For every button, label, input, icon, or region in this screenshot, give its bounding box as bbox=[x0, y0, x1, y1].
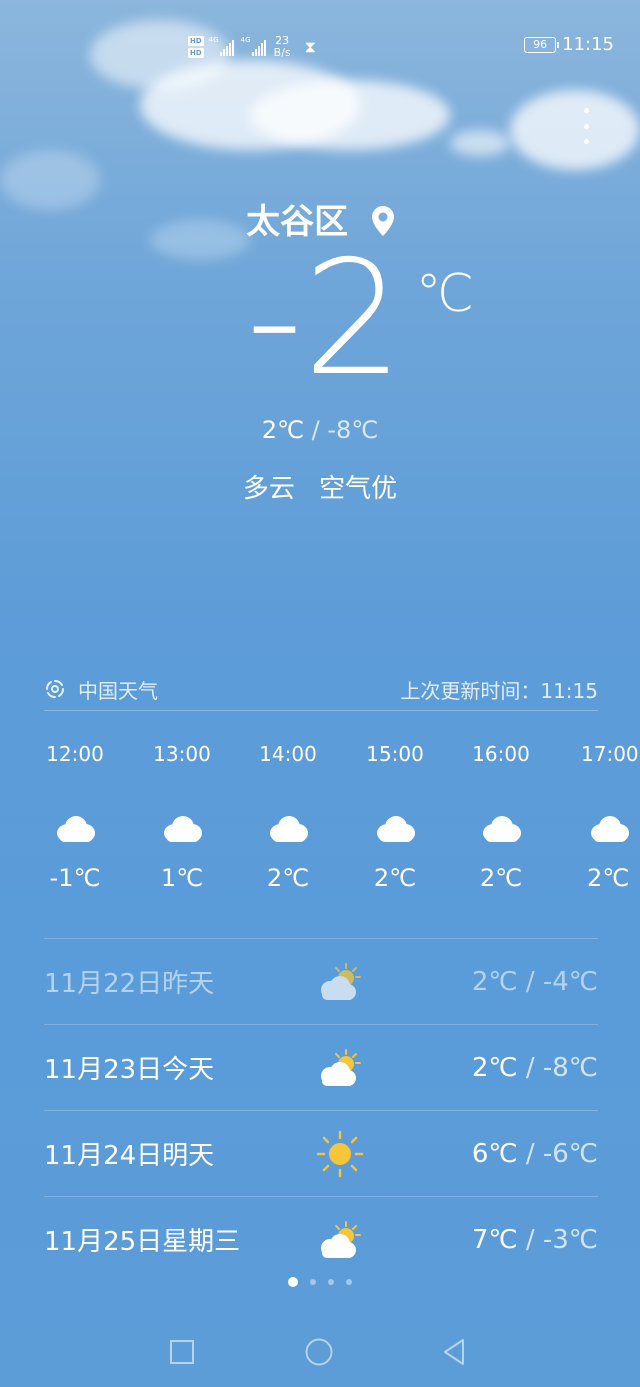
hourly-item: 15:00 2℃ bbox=[340, 736, 450, 892]
provider-brand[interactable]: 中国天气 bbox=[44, 675, 158, 704]
status-bar: HD HD 4G 4G 23 B/s ⧗ 96 11:15 bbox=[0, 0, 640, 90]
page-indicator[interactable] bbox=[0, 1277, 640, 1287]
page-dot bbox=[346, 1279, 352, 1285]
daily-forecast: 11月22日昨天 2℃ / -4℃ 11月23日今天 2℃ / -8℃ 11月2… bbox=[44, 938, 598, 1282]
daily-row[interactable]: 11月22日昨天 2℃ / -4℃ bbox=[44, 938, 598, 1024]
day-date: 11月22日昨天 bbox=[44, 969, 215, 999]
provider-logo-icon bbox=[45, 679, 65, 699]
partly-cloudy-icon bbox=[300, 962, 380, 1002]
hour-temp: 2℃ bbox=[266, 864, 310, 892]
signal-icon-2: 4G bbox=[241, 36, 268, 56]
cloud-icon bbox=[266, 814, 310, 842]
hd-badge-1: HD bbox=[188, 36, 204, 46]
battery-icon: 96 bbox=[524, 36, 560, 53]
square-icon bbox=[170, 1340, 194, 1364]
day-high: 7℃ bbox=[471, 1224, 518, 1255]
back-button[interactable] bbox=[436, 1334, 472, 1370]
provider-row: 中国天气 上次更新时间：11:15 bbox=[44, 668, 598, 711]
hour-time: 15:00 bbox=[366, 742, 424, 766]
daily-row[interactable]: 11月24日明天 6℃ / -6℃ bbox=[44, 1110, 598, 1196]
weather-condition: 多云 bbox=[242, 474, 295, 504]
daily-row[interactable]: 11月25日星期三 7℃ / -3℃ bbox=[44, 1196, 598, 1282]
hour-temp: 2℃ bbox=[479, 864, 523, 892]
day-range: 2℃ / -8℃ bbox=[472, 1053, 598, 1083]
day-low: -3℃ bbox=[542, 1224, 598, 1255]
signal-icon-1: 4G bbox=[209, 36, 236, 56]
hourly-item: 16:00 2℃ bbox=[446, 736, 556, 892]
clock: 11:15 bbox=[562, 34, 614, 55]
today-low: -8℃ bbox=[327, 416, 379, 444]
hour-time: 17:00 bbox=[581, 742, 639, 766]
provider-name: 中国天气 bbox=[78, 678, 158, 703]
triangle-back-icon bbox=[444, 1339, 464, 1365]
day-date: 11月23日今天 bbox=[44, 1055, 215, 1085]
hourly-item: 17:00 2℃ bbox=[553, 736, 639, 892]
page-dot bbox=[328, 1279, 334, 1285]
hourglass-icon: ⧗ bbox=[304, 37, 316, 56]
hourly-forecast[interactable]: 12:00 -1℃ 13:00 1℃ 14:00 2℃ 15:00 2℃ 16:… bbox=[20, 736, 640, 916]
temperature-value: -2 bbox=[246, 227, 404, 411]
day-date: 11月25日星期三 bbox=[44, 1227, 241, 1257]
network-speed: 23 B/s bbox=[273, 34, 291, 59]
cloud-icon bbox=[373, 814, 417, 842]
hour-temp: -1℃ bbox=[49, 864, 101, 892]
day-high: 2℃ bbox=[471, 1052, 518, 1083]
page-dot-active bbox=[288, 1277, 298, 1287]
hd-badge-2: HD bbox=[188, 48, 204, 58]
status-indicators: HD HD 4G 4G 23 B/s ⧗ bbox=[188, 30, 316, 64]
recents-button[interactable] bbox=[164, 1334, 200, 1370]
today-high: 2℃ bbox=[261, 416, 304, 444]
day-high: 6℃ bbox=[471, 1138, 518, 1169]
circle-icon bbox=[305, 1338, 333, 1366]
day-range: 6℃ / -6℃ bbox=[472, 1139, 598, 1169]
hour-time: 16:00 bbox=[472, 742, 530, 766]
day-low: -4℃ bbox=[542, 966, 598, 997]
page-dot bbox=[310, 1279, 316, 1285]
hourly-item: 13:00 1℃ bbox=[127, 736, 237, 892]
hourly-item: 12:00 -1℃ bbox=[20, 736, 130, 892]
range-separator: / bbox=[525, 1052, 535, 1083]
more-options-icon[interactable] bbox=[580, 108, 592, 144]
navigation-bar bbox=[0, 1318, 640, 1384]
hour-temp: 2℃ bbox=[373, 864, 417, 892]
cloud-icon bbox=[479, 814, 523, 842]
daily-row[interactable]: 11月23日今天 2℃ / -8℃ bbox=[44, 1024, 598, 1110]
day-range: 2℃ / -4℃ bbox=[472, 967, 598, 997]
cloud-icon bbox=[53, 814, 97, 842]
range-separator: / bbox=[525, 1224, 535, 1255]
hour-time: 13:00 bbox=[153, 742, 211, 766]
hour-temp: 1℃ bbox=[160, 864, 204, 892]
hourly-item: 14:00 2℃ bbox=[233, 736, 343, 892]
day-date: 11月24日明天 bbox=[44, 1141, 215, 1171]
cloud-icon bbox=[587, 814, 631, 842]
sun-icon bbox=[300, 1130, 380, 1178]
status-right: 96 11:15 bbox=[524, 34, 614, 55]
battery-level: 96 bbox=[533, 37, 548, 51]
hour-temp: 2℃ bbox=[587, 864, 630, 892]
last-updated: 上次更新时间：11:15 bbox=[400, 678, 598, 703]
hour-time: 14:00 bbox=[259, 742, 317, 766]
current-temperature: -2 ℃ bbox=[246, 240, 486, 402]
temperature-unit: ℃ bbox=[415, 264, 474, 324]
air-quality[interactable]: 空气优 bbox=[319, 474, 397, 504]
day-low: -6℃ bbox=[542, 1138, 598, 1169]
day-high: 2℃ bbox=[471, 966, 518, 997]
range-separator: / bbox=[525, 1138, 535, 1169]
home-button[interactable] bbox=[301, 1334, 337, 1370]
day-low: -8℃ bbox=[542, 1052, 598, 1083]
day-range: 7℃ / -3℃ bbox=[472, 1225, 598, 1255]
partly-cloudy-icon bbox=[300, 1220, 380, 1260]
cloud-icon bbox=[160, 814, 204, 842]
range-separator: / bbox=[525, 966, 535, 997]
hd-badges: HD HD bbox=[188, 36, 204, 58]
range-separator: / bbox=[311, 416, 320, 444]
hour-time: 12:00 bbox=[46, 742, 104, 766]
conditions: 多云 空气优 bbox=[0, 468, 640, 505]
partly-cloudy-icon bbox=[300, 1048, 380, 1088]
today-range: 2℃ / -8℃ bbox=[0, 416, 640, 444]
